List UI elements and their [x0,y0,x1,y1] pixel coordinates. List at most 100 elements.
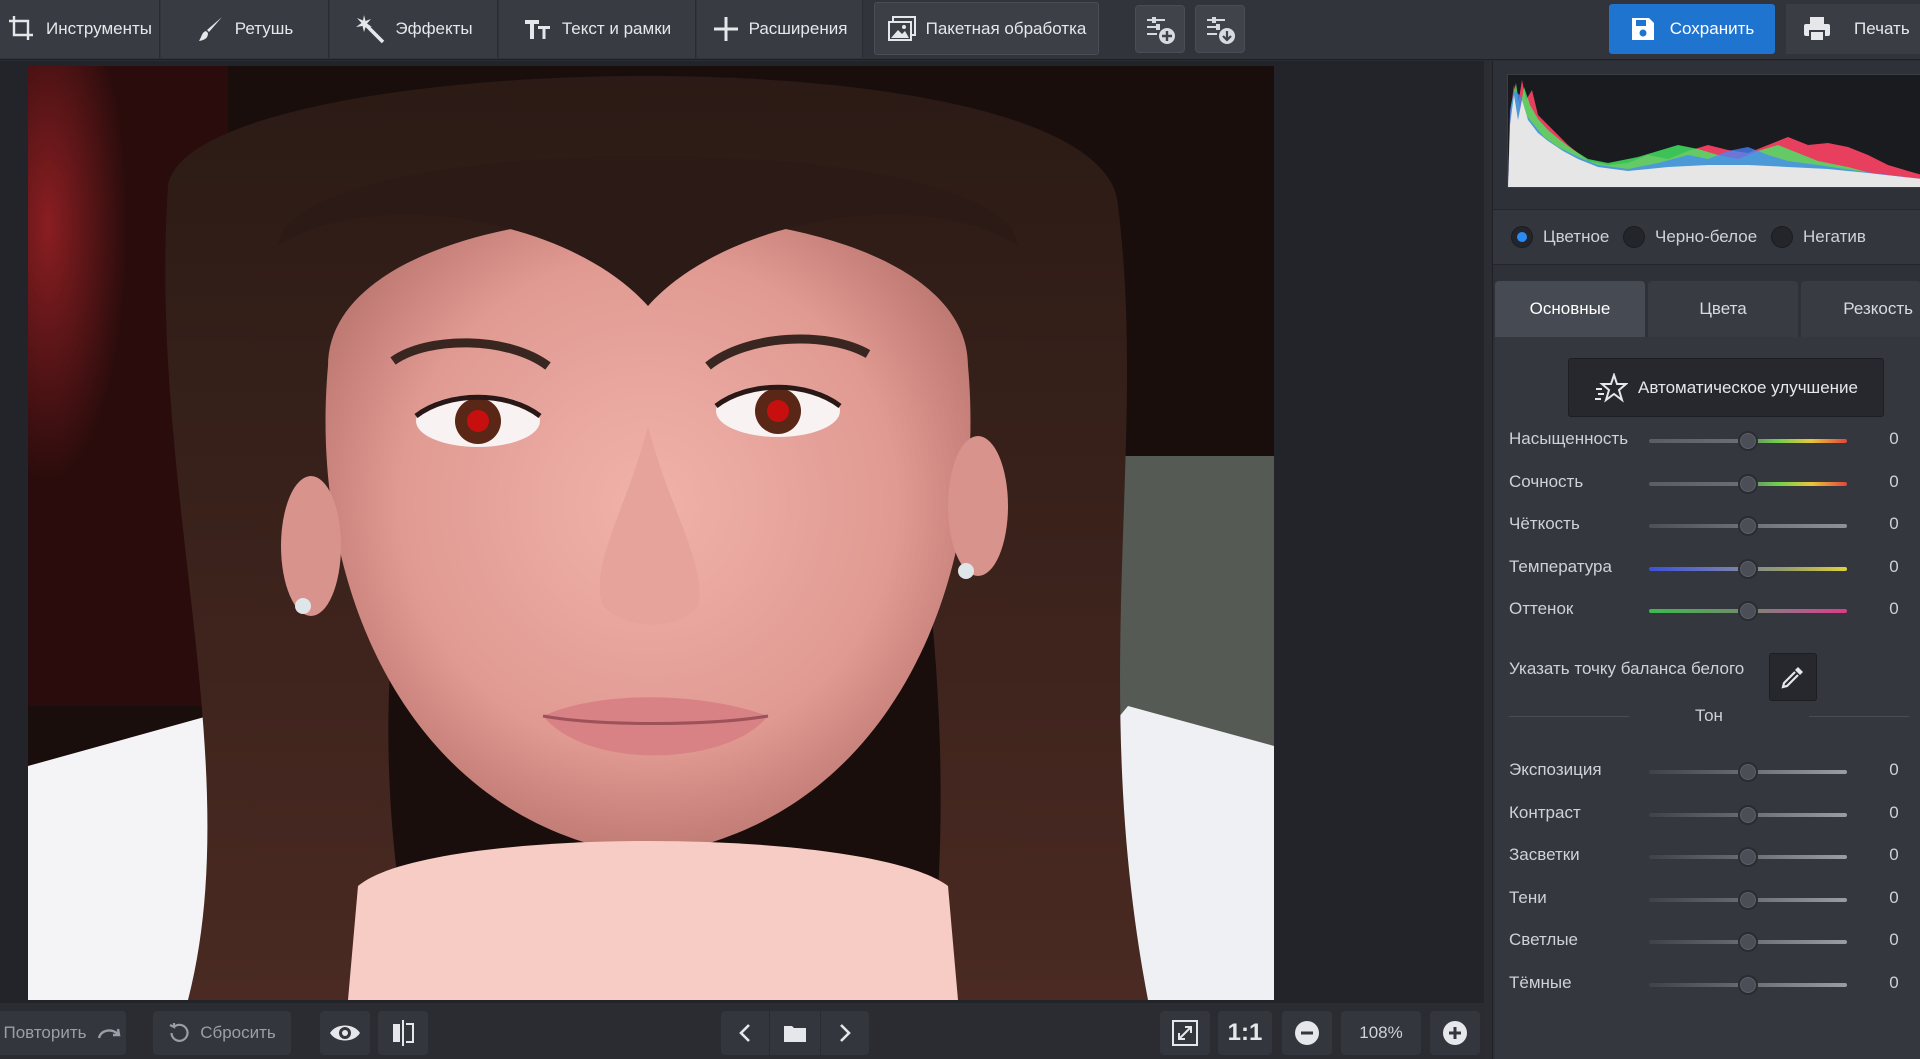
images-icon [887,15,916,41]
printer-icon [1804,17,1830,42]
tone-section-title: Тон [1695,706,1723,725]
slider-row: Экспозиция 0 [1495,757,1920,787]
slider-handle[interactable] [1738,558,1758,579]
auto-enhance-button[interactable]: Автоматическое улучшение [1568,358,1884,417]
extensions-label: Расширения [748,19,848,38]
next-button[interactable] [821,1011,869,1055]
navigation-group [721,1011,869,1055]
slider-row: Сочность 0 [1495,469,1920,499]
adjust-tabs: Основные Цвета Резкость [1495,281,1920,337]
reset-label: Сбросить [200,1023,276,1042]
slider-value: 0 [1889,471,1899,491]
slider-label: Контраст [1509,802,1581,822]
compare-icon [393,1020,414,1046]
folder-icon [784,1026,806,1042]
extensions-button[interactable]: Расширения [697,0,863,58]
load-preset-button[interactable] [1195,5,1245,53]
slider-handle[interactable] [1738,974,1758,995]
effects-label: Эффекты [395,19,473,38]
slider-handle[interactable] [1738,847,1758,867]
auto-enhance-label: Автоматическое улучшение [1637,377,1858,397]
mode-color[interactable]: Цветное [1511,226,1609,248]
print-label: Печать [1854,19,1910,38]
slider-value: 0 [1889,760,1899,779]
mode-color-label: Цветное [1543,227,1610,246]
slider-handle[interactable] [1738,601,1758,621]
slider-value: 0 [1889,887,1899,907]
photo-canvas[interactable] [28,66,1274,1000]
slider-label: Сочность [1509,471,1584,491]
tone-section-header: Тон [1509,705,1909,729]
slider-value: 0 [1889,429,1899,448]
actual-size-button[interactable]: 1:1 [1218,1011,1272,1055]
add-preset-button[interactable] [1135,5,1185,53]
slider-label: Тёмные [1509,972,1572,992]
mode-color-radio[interactable] [1511,226,1533,248]
slider-label: Температура [1509,556,1612,576]
save-label: Сохранить [1669,19,1755,38]
minus-circle-icon [1295,1021,1319,1045]
slider-handle[interactable] [1738,431,1758,451]
mode-negative[interactable]: Негатив [1771,226,1866,248]
preview-button[interactable] [320,1011,370,1055]
mode-negative-radio[interactable] [1771,226,1793,248]
text-icon [524,20,550,39]
reset-button[interactable]: Сбросить [153,1011,291,1055]
tab-sharpness-label: Резкость [1843,299,1913,318]
slider-handle[interactable] [1738,473,1758,494]
tab-sharpness[interactable]: Резкость [1801,281,1920,337]
tab-basic[interactable]: Основные [1495,281,1645,337]
canvas-area [0,61,1484,1003]
eyedropper-button[interactable] [1769,653,1817,701]
slider-value: 0 [1889,556,1899,576]
mode-bw-label: Черно-белое [1655,227,1758,246]
slider-value: 0 [1889,599,1899,618]
mode-bw-radio[interactable] [1623,226,1645,248]
effects-button[interactable]: Эффекты [330,0,498,58]
zoom-out-button[interactable] [1282,1011,1332,1055]
sliders-download-icon [1207,17,1235,44]
slider-row: Тёмные 0 [1495,970,1920,1000]
save-button[interactable]: Сохранить [1609,4,1775,54]
slider-row: Тени 0 [1495,885,1920,915]
tools-label: Инструменты [45,19,152,38]
crop-icon [8,16,33,40]
eye-icon [330,1025,360,1041]
tools-button[interactable]: Инструменты [0,0,160,58]
reset-icon [169,1023,189,1042]
slider-label: Засветки [1509,845,1580,864]
slider-handle[interactable] [1738,516,1758,536]
slider-handle[interactable] [1738,889,1758,910]
slider-handle[interactable] [1738,762,1758,782]
slider-label: Тени [1509,887,1547,907]
compare-button[interactable] [378,1011,428,1055]
zoom-in-button[interactable] [1430,1011,1480,1055]
batch-button[interactable]: Пакетная обработка [874,2,1099,55]
slider-row: Температура 0 [1495,554,1920,584]
plus-circle-icon [1443,1021,1467,1045]
mode-bw[interactable]: Черно-белое [1623,226,1757,248]
chevron-right-icon [840,1024,851,1042]
color-mode-group: Цветное Черно-белое Негатив [1493,209,1920,265]
slider-handle[interactable] [1738,932,1758,952]
brush-icon [198,17,222,41]
portrait-photo [28,66,1274,1000]
slider-row: Насыщенность 0 [1495,426,1920,456]
tab-colors[interactable]: Цвета [1648,281,1798,337]
slider-label: Светлые [1509,930,1579,949]
mode-negative-label: Негатив [1803,227,1866,246]
zoom-level[interactable]: 108% [1341,1011,1421,1055]
chevron-left-icon [739,1024,750,1042]
text-frames-button[interactable]: Текст и рамки [499,0,696,58]
retouch-button[interactable]: Ретушь [161,0,329,58]
slider-handle[interactable] [1738,804,1758,825]
fit-screen-button[interactable] [1160,1011,1210,1055]
redo-button[interactable]: Повторить [0,1011,126,1055]
text-frames-label: Текст и рамки [561,19,672,38]
open-folder-button[interactable] [769,1011,821,1055]
prev-button[interactable] [721,1011,769,1055]
slider-row: Светлые 0 [1495,927,1920,957]
print-button[interactable]: Печать [1786,4,1920,54]
sliders-add-icon [1147,17,1175,44]
zoom-value: 108% [1359,1023,1403,1042]
